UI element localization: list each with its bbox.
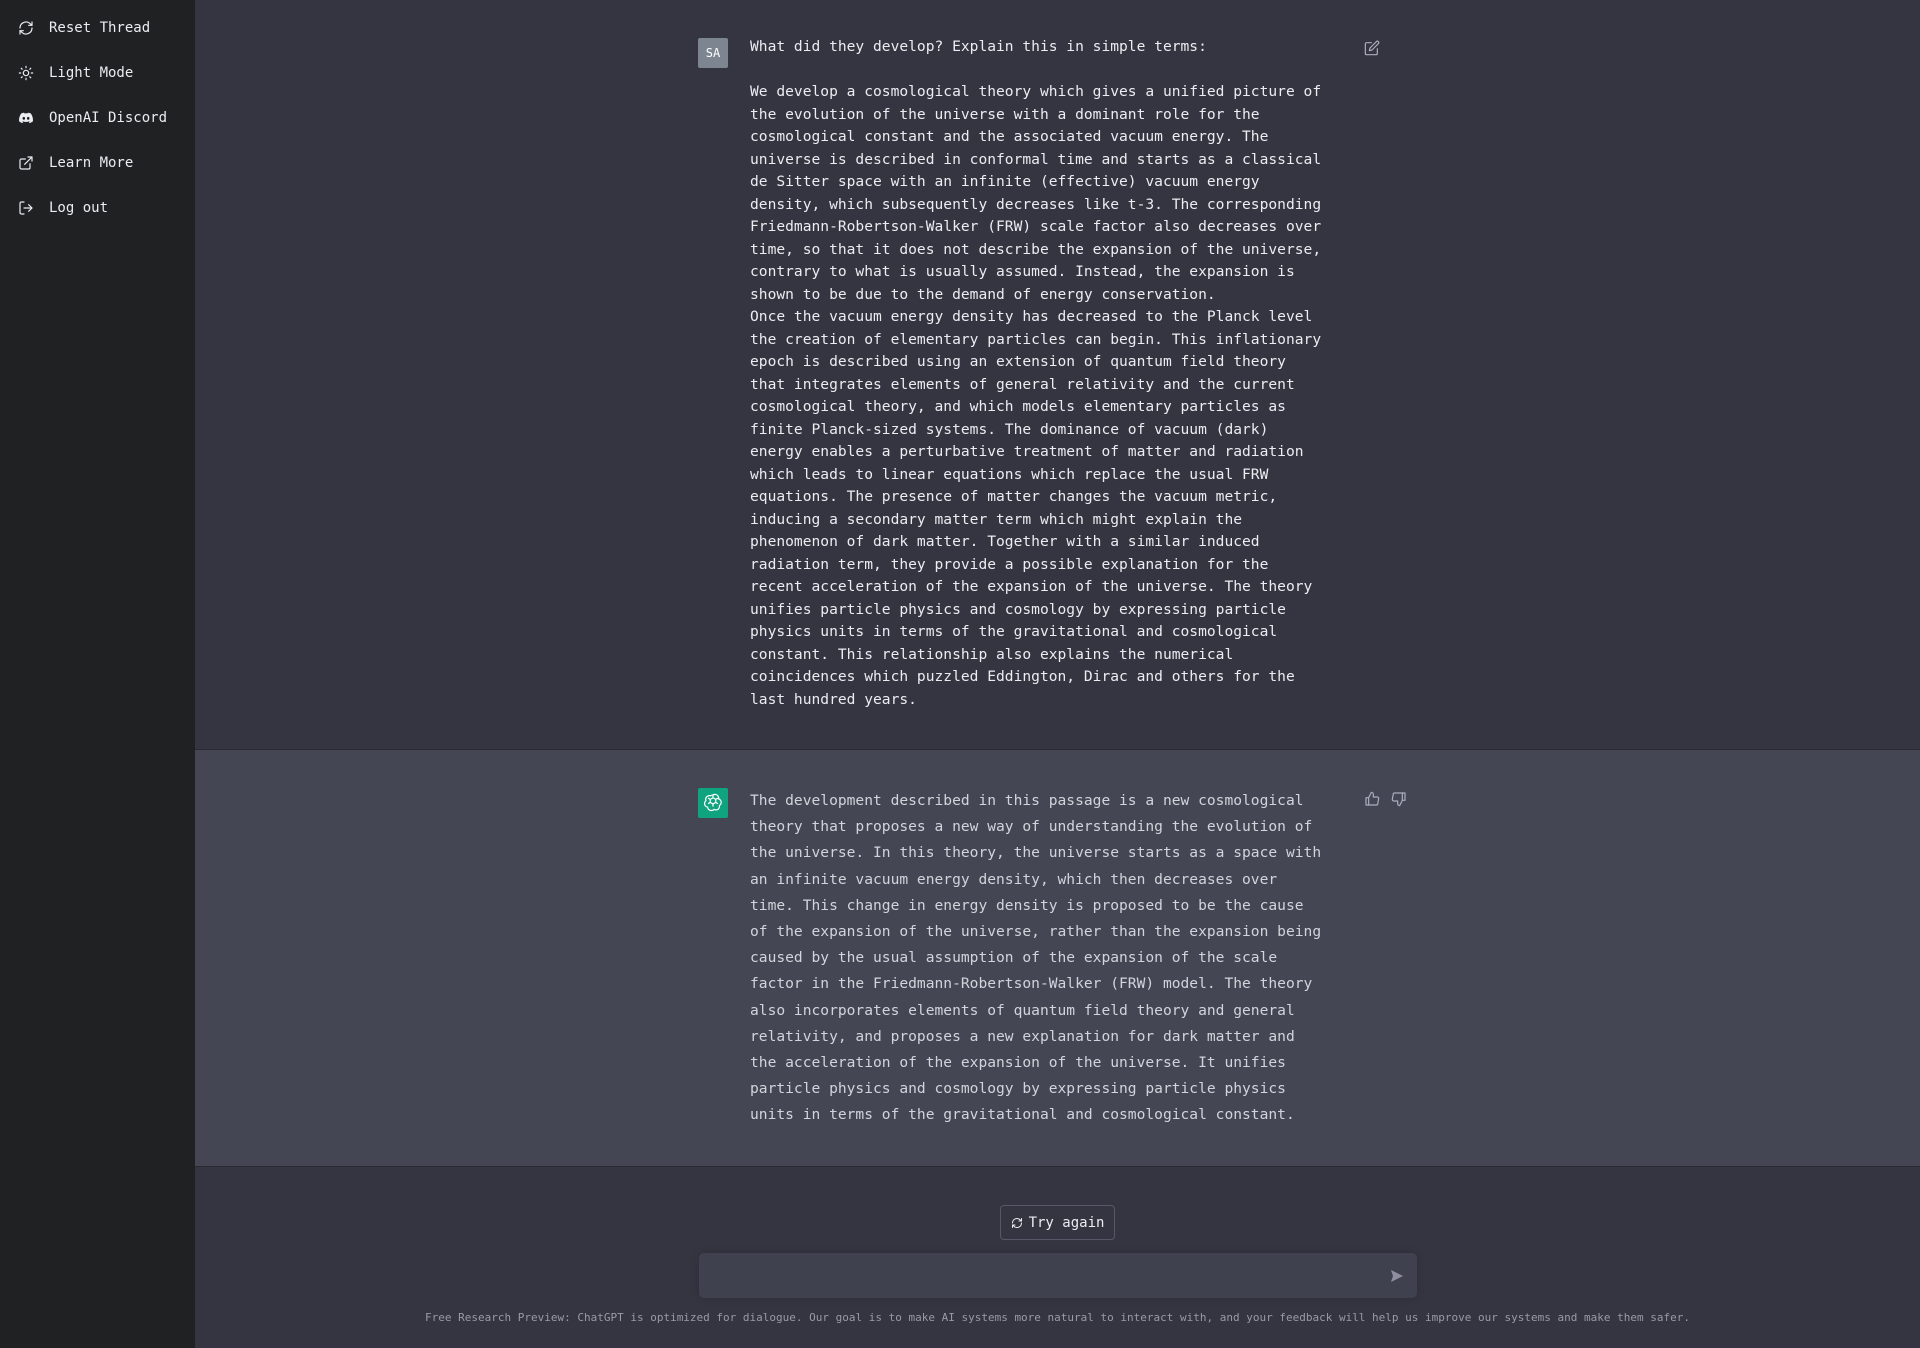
sidebar-item-label: Learn More <box>49 154 134 171</box>
sidebar-item-label: Reset Thread <box>49 19 151 36</box>
assistant-message-text: The development described in this passag… <box>750 792 1322 1124</box>
try-again-label: Try again <box>1028 1214 1105 1231</box>
logout-icon <box>18 200 34 216</box>
thumbs-down-icon[interactable] <box>1391 791 1407 807</box>
user-message: SA What did they develop? Explain this i… <box>195 0 1920 750</box>
footer-disclaimer: Free Research Preview: ChatGPT is optimi… <box>425 1311 1690 1324</box>
openai-logo-icon <box>698 788 728 818</box>
message-input[interactable] <box>699 1253 1369 1298</box>
sidebar-item-light-mode[interactable]: Light Mode <box>0 50 195 95</box>
edit-icon[interactable] <box>1364 40 1380 56</box>
sidebar-item-label: Log out <box>49 199 109 216</box>
sidebar-item-log-out[interactable]: Log out <box>0 185 195 230</box>
assistant-message: The development described in this passag… <box>195 750 1920 1167</box>
user-message-text: What did they develop? Explain this in s… <box>750 38 1322 708</box>
sidebar: Reset Thread Light Mode OpenAI Discord L… <box>0 0 195 1348</box>
sidebar-item-reset-thread[interactable]: Reset Thread <box>0 5 195 50</box>
sidebar-item-label: Light Mode <box>49 64 134 81</box>
user-avatar: SA <box>698 38 728 68</box>
sidebar-item-openai-discord[interactable]: OpenAI Discord <box>0 95 195 140</box>
thumbs-up-icon[interactable] <box>1364 791 1380 807</box>
discord-icon <box>18 110 34 126</box>
external-link-icon <box>18 155 34 171</box>
sidebar-item-label: OpenAI Discord <box>49 109 168 126</box>
sidebar-item-learn-more[interactable]: Learn More <box>0 140 195 185</box>
refresh-icon <box>1011 1217 1022 1228</box>
try-again-button[interactable]: Try again <box>1000 1205 1115 1240</box>
send-icon[interactable] <box>1389 1268 1405 1284</box>
message-input-container <box>699 1253 1417 1298</box>
sun-icon <box>18 65 34 81</box>
chat-main: SA What did they develop? Explain this i… <box>195 0 1920 1348</box>
refresh-icon <box>18 20 34 36</box>
